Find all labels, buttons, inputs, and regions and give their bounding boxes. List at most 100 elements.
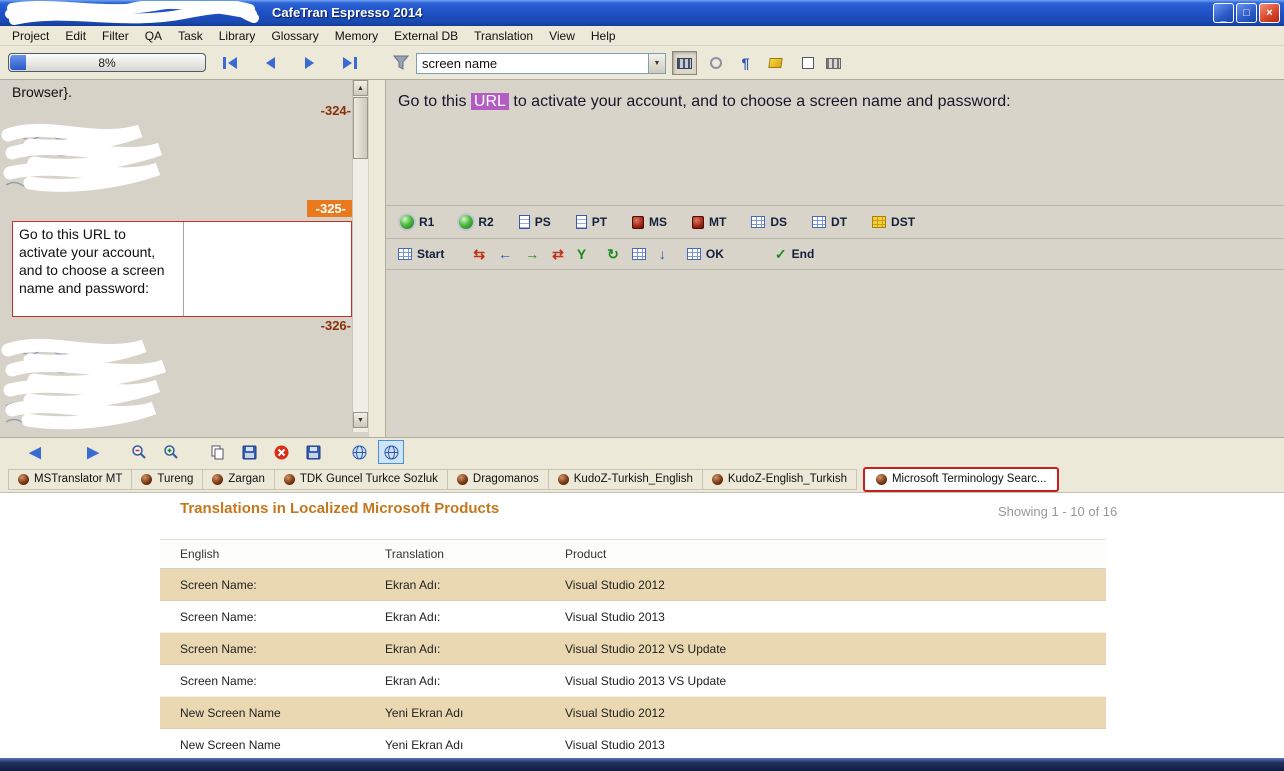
cell-english: New Screen Name [160, 738, 365, 752]
cell-translation: Ekran Adı: [365, 642, 545, 656]
resource-tab-bar: MSTranslator MT Tureng Zargan TDK Guncel… [0, 466, 1284, 493]
redacted-scribble [0, 338, 344, 432]
last-segment-button[interactable] [330, 51, 370, 75]
pt-resource-button[interactable]: PT [576, 215, 607, 229]
grid-scrollbar[interactable]: ▲ ▼ [352, 80, 368, 432]
tab-tdk-sozluk[interactable]: TDK Guncel Turkce Sozluk [275, 469, 448, 490]
close-button[interactable]: × [1259, 3, 1280, 23]
merge-button[interactable]: Y [577, 247, 586, 261]
grid-view-button[interactable] [821, 51, 846, 75]
cell-product: Visual Studio 2012 [545, 578, 1106, 592]
pane-splitter[interactable] [369, 80, 386, 437]
save-button[interactable] [236, 440, 262, 464]
next-segment-button[interactable] [290, 51, 330, 75]
dt-resource-button[interactable]: DT [812, 215, 847, 229]
menu-task[interactable]: Task [170, 27, 211, 45]
redacted-segment-324[interactable] [0, 123, 369, 195]
end-button[interactable]: ✓End [775, 247, 814, 261]
menu-external-db[interactable]: External DB [386, 27, 466, 45]
web-resources-button[interactable] [346, 440, 372, 464]
check-icon: ✓ [775, 247, 787, 261]
r1-resource-button[interactable]: R1 [400, 215, 434, 229]
swap-button[interactable]: ⇄ [552, 247, 564, 261]
menu-help[interactable]: Help [583, 27, 624, 45]
menu-qa[interactable]: QA [137, 27, 170, 45]
frame-button[interactable] [795, 51, 820, 75]
zoom-out-button[interactable] [126, 440, 152, 464]
dst-resource-button[interactable]: DST [872, 215, 915, 229]
previous-segment-button[interactable] [250, 51, 290, 75]
active-segment-source[interactable]: Go to this URL to activate your account,… [13, 222, 184, 316]
zoom-in-button[interactable] [158, 440, 184, 464]
maximize-button[interactable]: □ [1236, 3, 1257, 23]
menu-filter[interactable]: Filter [94, 27, 137, 45]
next-icon [303, 56, 317, 70]
mt-icon [692, 216, 704, 229]
copy-button[interactable] [204, 440, 230, 464]
active-segment[interactable]: Go to this URL to activate your account,… [12, 221, 352, 317]
tab-kudoz-turkish-english[interactable]: KudoZ-Turkish_English [549, 469, 703, 490]
dt-label: DT [831, 215, 847, 229]
export-segment-button[interactable]: → [525, 247, 539, 261]
tag-button[interactable] [763, 51, 788, 75]
menu-memory[interactable]: Memory [327, 27, 386, 45]
zoom-out-icon [131, 444, 147, 460]
circle-icon [710, 57, 722, 69]
tab-dragomanos[interactable]: Dragomanos [448, 469, 549, 490]
ps-resource-button[interactable]: PS [519, 215, 551, 229]
scroll-up-button[interactable]: ▲ [353, 80, 368, 96]
menu-translation[interactable]: Translation [466, 27, 541, 45]
filter-funnel-icon[interactable] [393, 55, 409, 71]
table-row: Screen Name: Ekran Adı: Visual Studio 20… [160, 569, 1106, 601]
ok-button[interactable]: OK [687, 247, 724, 261]
header-translation: Translation [365, 547, 545, 561]
save-all-button[interactable] [300, 440, 326, 464]
ds-resource-button[interactable]: DS [751, 215, 787, 229]
web-terminology-button[interactable] [378, 440, 404, 464]
redacted-segment-326[interactable] [0, 338, 369, 432]
maximize-icon: □ [1243, 7, 1250, 19]
tab-mstranslator-mt[interactable]: MSTranslator MT [8, 469, 132, 490]
active-segment-target[interactable] [184, 222, 351, 316]
back-button[interactable]: ◀ [22, 440, 48, 464]
cancel-button[interactable] [268, 440, 294, 464]
forward-button[interactable]: ▶ [80, 440, 106, 464]
tab-microsoft-terminology[interactable]: Microsoft Terminology Searc... [863, 467, 1059, 492]
grid-doc-button[interactable] [632, 248, 646, 260]
formatting-marks-button[interactable]: ¶ [733, 51, 758, 75]
globe-search-icon [384, 445, 399, 460]
menu-edit[interactable]: Edit [57, 27, 94, 45]
tab-tureng[interactable]: Tureng [132, 469, 203, 490]
combo-dropdown-button[interactable]: ▼ [648, 54, 665, 73]
first-segment-button[interactable] [210, 51, 250, 75]
r1-label: R1 [419, 215, 434, 229]
menu-library[interactable]: Library [211, 27, 264, 45]
move-down-button[interactable]: ↓ [659, 247, 666, 261]
ms-label: MS [649, 215, 667, 229]
cell-english: New Screen Name [160, 706, 365, 720]
scroll-down-button[interactable]: ▼ [353, 412, 368, 428]
r2-resource-button[interactable]: R2 [459, 215, 493, 229]
minimize-button[interactable]: _ [1213, 3, 1234, 23]
resource-icon [18, 474, 29, 485]
mt-resource-button[interactable]: MT [692, 215, 726, 229]
menu-view[interactable]: View [541, 27, 583, 45]
scroll-up-icon: ▲ [357, 85, 364, 92]
results-count: Showing 1 - 10 of 16 [998, 504, 1117, 519]
keyboard-button[interactable] [672, 51, 697, 75]
insert-left-icon: ← [498, 247, 512, 261]
start-button[interactable]: Start [398, 247, 444, 261]
ms-resource-button[interactable]: MS [632, 215, 667, 229]
transfer-button[interactable]: ⇆ [473, 247, 485, 261]
menu-glossary[interactable]: Glossary [263, 27, 326, 45]
source-segment-display[interactable]: Go to this URL to activate your account,… [386, 80, 1284, 205]
refresh-button[interactable]: ↻ [607, 247, 619, 261]
scroll-thumb[interactable] [353, 97, 368, 159]
tab-kudoz-english-turkish[interactable]: KudoZ-English_Turkish [703, 469, 857, 490]
attributes-button[interactable] [703, 51, 728, 75]
resource-icon [457, 474, 468, 485]
tab-zargan[interactable]: Zargan [203, 469, 274, 490]
insert-source-button[interactable]: ← [498, 247, 512, 261]
menu-project[interactable]: Project [4, 27, 57, 45]
search-input[interactable] [417, 54, 648, 73]
